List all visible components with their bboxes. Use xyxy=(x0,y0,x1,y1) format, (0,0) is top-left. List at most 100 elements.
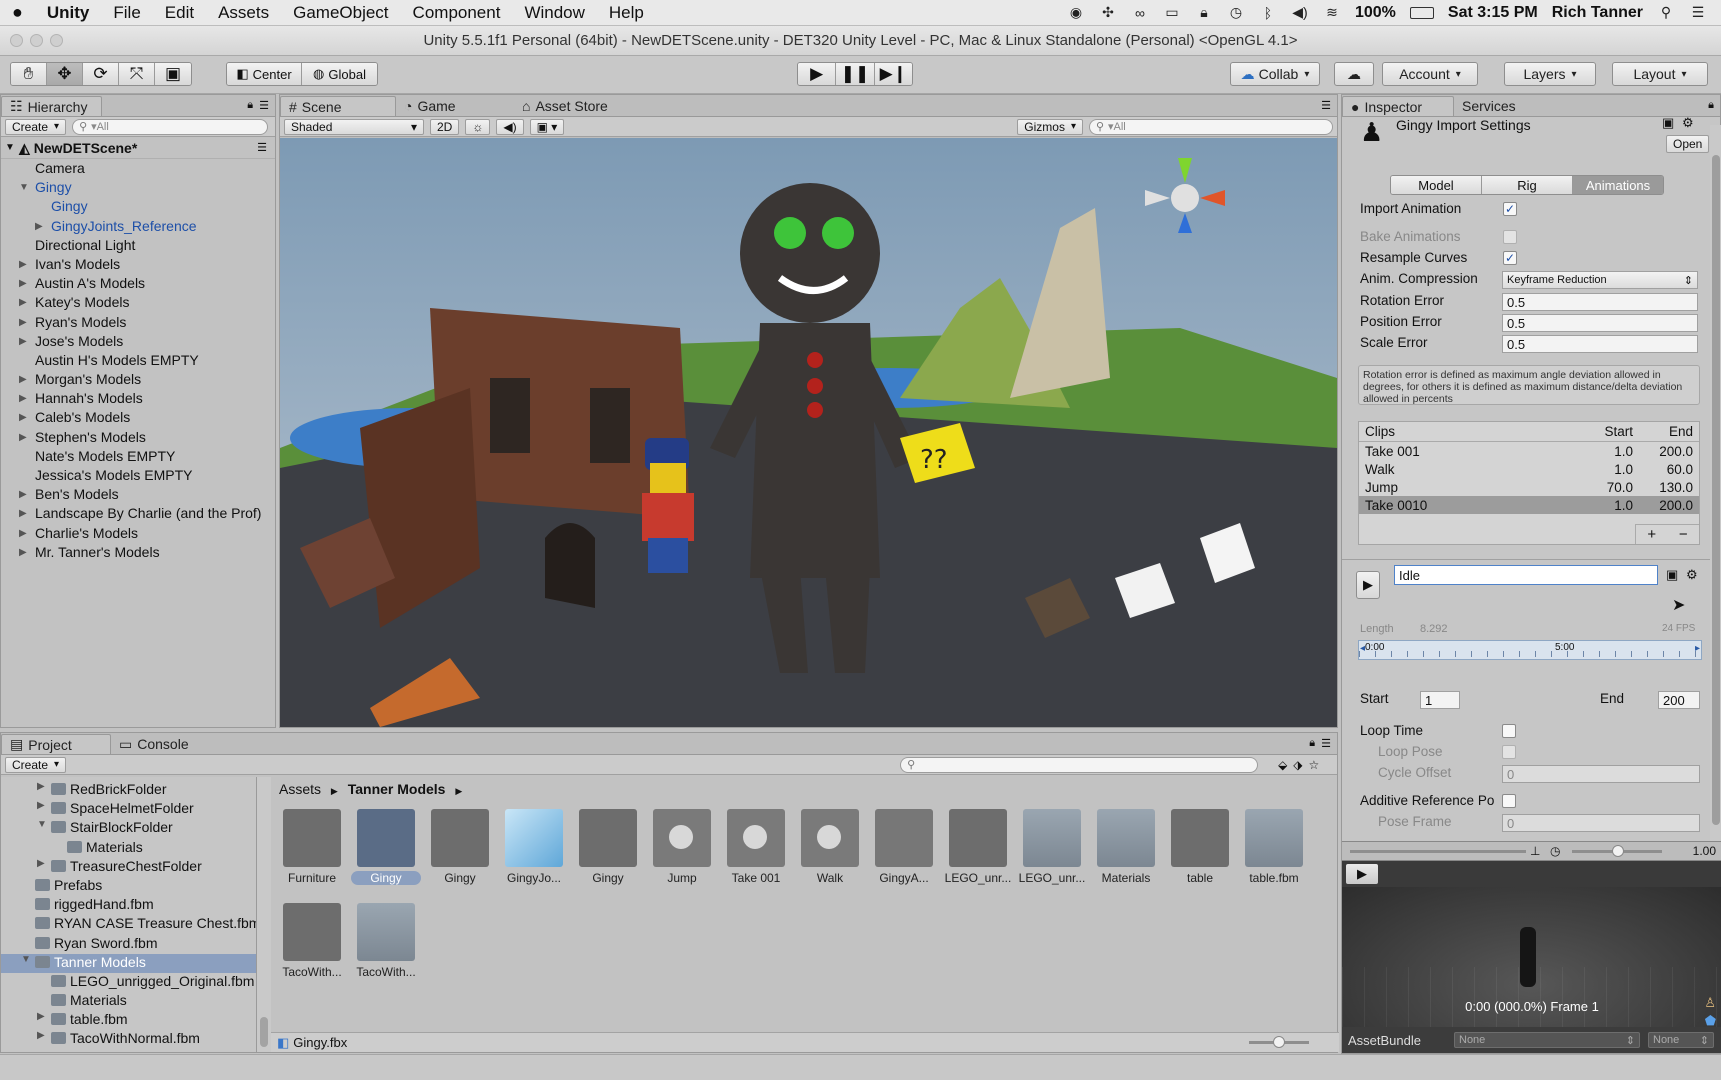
menu-component[interactable]: Component xyxy=(401,3,513,23)
pivot-toggle-icon[interactable]: ⊥ xyxy=(1530,844,1540,858)
close-window-button[interactable] xyxy=(10,34,23,47)
asset-item[interactable]: Furniture xyxy=(277,809,347,885)
speed-icon[interactable]: ◷ xyxy=(1550,844,1560,858)
pivot-global-button[interactable]: ◍ Global xyxy=(302,63,377,85)
effects-dropdown-icon[interactable]: ▣ ▾ xyxy=(529,118,565,135)
folder-tree-item[interactable]: ▶ TacoWithNormal.fbm xyxy=(1,1030,256,1049)
asset-item[interactable]: TacoWith... xyxy=(277,903,347,979)
expand-arrow-right-icon[interactable]: ▶ xyxy=(19,313,27,332)
tab-project[interactable]: ▤ Project xyxy=(1,734,111,754)
add-clip-icon[interactable]: + xyxy=(1647,526,1656,543)
folder-tree-item[interactable]: Materials xyxy=(1,992,256,1011)
gizmos-dropdown[interactable]: Gizmos xyxy=(1017,118,1083,135)
hierarchy-item[interactable]: ▶ Morgan's Models xyxy=(1,370,275,389)
battery-icon[interactable] xyxy=(1409,6,1434,19)
folder-tree-item[interactable]: ▼ Tanner Models xyxy=(1,953,256,973)
folder-tree-item[interactable]: Prefabs xyxy=(1,877,256,896)
bake-animations-checkbox[interactable] xyxy=(1503,230,1517,244)
clip-row[interactable]: Walk 1.0 60.0 xyxy=(1359,460,1699,478)
avatar-figure-icon[interactable]: ♙ xyxy=(1704,995,1716,1011)
menu-gameobject[interactable]: GameObject xyxy=(281,3,400,23)
pinwheel-icon[interactable]: ✣ xyxy=(1099,4,1117,21)
expand-arrow-right-icon[interactable]: ▶ xyxy=(19,524,27,543)
expand-arrow-right-icon[interactable]: ▶ xyxy=(19,428,27,447)
resample-curves-checkbox[interactable]: ✓ xyxy=(1503,251,1517,265)
panel-menu-icon[interactable]: ☰ xyxy=(259,99,269,112)
minimize-window-button[interactable] xyxy=(30,34,43,47)
lock-icon[interactable]: 🔒︎ xyxy=(1708,99,1714,112)
clip-row[interactable]: Jump 70.0 130.0 xyxy=(1359,478,1699,496)
asset-item[interactable]: Gingy xyxy=(351,809,421,885)
tab-inspector[interactable]: ● Inspector xyxy=(1342,96,1454,116)
folder-tree-scrollbar[interactable] xyxy=(257,777,271,1052)
pause-icon[interactable]: ❚❚ xyxy=(836,63,875,85)
hand-tool-icon[interactable]: ✋︎ xyxy=(11,63,47,85)
asset-item[interactable]: TacoWith... xyxy=(351,903,421,979)
scale-tool-icon[interactable]: ⤧ xyxy=(119,63,155,85)
scene-viewport[interactable]: ?? xyxy=(280,138,1337,727)
expand-arrow-down-icon[interactable]: ▼ xyxy=(37,819,47,830)
loop-time-checkbox[interactable] xyxy=(1502,724,1516,738)
start-marker-icon[interactable]: ◂ xyxy=(1360,643,1365,654)
wifi-icon[interactable]: ≋ xyxy=(1323,4,1341,21)
end-frame-field[interactable]: 200 xyxy=(1658,691,1700,709)
pose-frame-field[interactable]: 0 xyxy=(1502,814,1700,832)
clock[interactable]: Sat 3:15 PM xyxy=(1448,4,1538,22)
hierarchy-item[interactable]: ▶ GingyJoints_Reference xyxy=(1,217,275,236)
clip-play-button[interactable]: ▶ xyxy=(1356,571,1380,599)
favorite-star-icon[interactable]: ☆ xyxy=(1309,758,1320,772)
asset-item[interactable]: Gingy xyxy=(573,809,643,885)
hierarchy-item[interactable]: ▶ Stephen's Models xyxy=(1,428,275,447)
lock-icon[interactable]: 🔒︎ xyxy=(247,99,253,112)
asset-item[interactable]: GingyJo... xyxy=(499,809,569,885)
tab-hierarchy[interactable]: ☷ Hierarchy xyxy=(1,96,103,116)
hierarchy-item[interactable]: ▶ Katey's Models xyxy=(1,293,275,312)
folder-tree-item[interactable]: ▶ SpaceHelmetFolder xyxy=(1,800,256,819)
breadcrumb-assets[interactable]: Assets xyxy=(279,781,321,797)
user-name[interactable]: Rich Tanner xyxy=(1552,4,1643,22)
apple-menu-icon[interactable]: ● xyxy=(0,2,35,23)
shading-mode-dropdown[interactable]: Shaded ▾ xyxy=(284,118,424,135)
asset-item[interactable]: Gingy xyxy=(425,809,495,885)
hierarchy-item[interactable]: Directional Light xyxy=(1,236,275,255)
cycle-offset-field[interactable]: 0 xyxy=(1502,765,1700,783)
layers-dropdown[interactable]: Layers xyxy=(1504,62,1596,86)
anim-compression-dropdown[interactable]: Keyframe Reduction ⇕ xyxy=(1502,271,1698,289)
hierarchy-item[interactable]: ▶ Landscape By Charlie (and the Prof) xyxy=(1,504,275,523)
asset-item[interactable]: Jump xyxy=(647,809,717,885)
project-create-button[interactable]: Create xyxy=(5,756,67,773)
tab-asset-store[interactable]: ⌂ Asset Store xyxy=(514,96,622,116)
slider-thumb[interactable] xyxy=(1273,1036,1285,1048)
clip-row[interactable]: Take 001 1.0 200.0 xyxy=(1359,442,1699,460)
preview-timeline-scrub[interactable] xyxy=(1350,850,1526,853)
zoom-window-button[interactable] xyxy=(50,34,63,47)
asset-item[interactable]: GingyA... xyxy=(869,809,939,885)
hierarchy-item[interactable]: ▶ Austin A's Models xyxy=(1,274,275,293)
scrollbar-thumb[interactable] xyxy=(1712,155,1720,825)
creative-cloud-icon[interactable]: ∞ xyxy=(1131,5,1149,21)
tab-services[interactable]: Services xyxy=(1454,96,1530,116)
tab-console[interactable]: ▭ Console xyxy=(111,734,203,754)
expand-arrow-right-icon[interactable]: ▶ xyxy=(37,1011,45,1022)
assetbundle-variant-dropdown[interactable]: None ⇕ xyxy=(1648,1032,1714,1048)
tab-scene[interactable]: # Scene xyxy=(280,96,396,116)
menu-file[interactable]: File xyxy=(101,3,152,23)
notification-center-icon[interactable]: ☰ xyxy=(1689,4,1707,21)
bluetooth-icon[interactable]: ᛒ xyxy=(1259,5,1277,21)
asset-item[interactable]: Walk xyxy=(795,809,865,885)
expand-arrow-down-icon[interactable]: ▼ xyxy=(21,954,31,965)
settings-gear-icon[interactable]: ⚙ xyxy=(1686,567,1698,583)
preview-speed-slider[interactable] xyxy=(1572,845,1662,857)
hierarchy-item[interactable]: Nate's Models EMPTY xyxy=(1,447,275,466)
hierarchy-item[interactable]: Jessica's Models EMPTY xyxy=(1,466,275,485)
tag-icon[interactable]: ⬟ xyxy=(1705,1013,1716,1027)
scene-expand-arrow-icon[interactable]: ▼ xyxy=(5,137,15,159)
folder-tree-item[interactable]: Materials xyxy=(1,839,256,858)
expand-arrow-right-icon[interactable]: ▶ xyxy=(37,781,45,792)
asset-item[interactable]: LEGO_unr... xyxy=(1017,809,1087,885)
expand-arrow-right-icon[interactable]: ▶ xyxy=(19,370,27,389)
rect-tool-icon[interactable]: ▣ xyxy=(155,63,191,85)
tab-animations[interactable]: Animations xyxy=(1573,176,1663,194)
menu-edit[interactable]: Edit xyxy=(153,3,206,23)
app-menu[interactable]: Unity xyxy=(35,3,102,23)
